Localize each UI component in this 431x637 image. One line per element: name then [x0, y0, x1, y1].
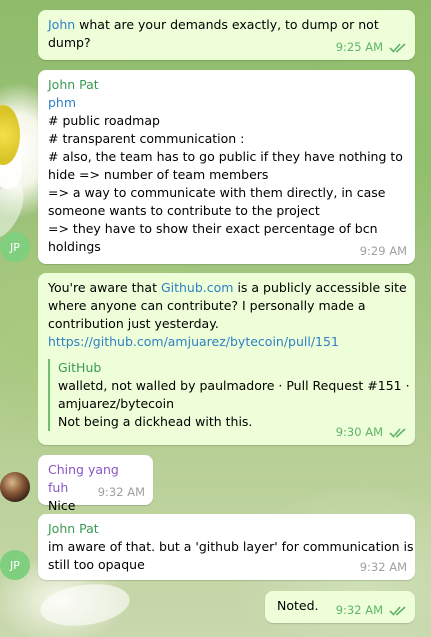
message-time: 9:30 AM — [335, 425, 383, 439]
message-bubble-outgoing[interactable]: John what are your demands exactly, to d… — [38, 10, 415, 60]
message-meta: 9:32 AM — [336, 601, 407, 619]
reply-to-name[interactable]: phm — [48, 94, 405, 112]
avatar[interactable]: JP — [0, 232, 30, 262]
message-line: # public roadmap — [48, 113, 160, 128]
message-bubble-incoming[interactable]: John Pat phm # public roadmap # transpar… — [38, 70, 415, 264]
mention-link[interactable]: John — [48, 17, 75, 32]
message-line: => they have to show their exact percent… — [48, 221, 378, 236]
message-meta: 9:32 AM — [98, 483, 145, 501]
inline-link[interactable]: Github.com — [161, 280, 234, 295]
sender-name[interactable]: John Pat — [48, 76, 405, 94]
message-line: # transparent communication : — [48, 131, 245, 146]
message-meta: 9:25 AM — [336, 38, 407, 56]
message-time: 9:29 AM — [359, 244, 407, 258]
message-line: im aware of that. but a 'github layer' f… — [48, 539, 414, 554]
read-double-check-icon — [389, 605, 407, 616]
message-meta: 9:30 AM — [336, 423, 407, 441]
link-preview[interactable]: GitHub walletd, not walled by paulmadore… — [48, 359, 410, 431]
preview-title: amjuarez/bytecoin — [58, 396, 175, 411]
message-line: # also, the team has to go public if the… — [48, 149, 403, 164]
message-time: 9:32 AM — [359, 560, 407, 574]
message-time: 9:25 AM — [335, 40, 383, 54]
message-bubble-outgoing[interactable]: You're aware that Github.com is a public… — [38, 273, 415, 445]
message-line: hide => number of team members — [48, 167, 269, 182]
message-bubble-incoming[interactable]: John Pat im aware of that. but a 'github… — [38, 514, 415, 580]
message-line: still too opaque — [48, 557, 145, 572]
message-text: John what are your demands exactly, to d… — [48, 17, 379, 32]
message-time: 9:32 AM — [335, 603, 383, 617]
message-bubble-incoming[interactable]: Ching yang fuh Nice 9:32 AM — [38, 455, 153, 513]
message-text: You're aware that Github.com is a public… — [48, 280, 407, 295]
sender-name[interactable]: John Pat — [48, 520, 405, 538]
preview-site-name: GitHub — [58, 360, 102, 375]
read-double-check-icon — [389, 42, 407, 53]
avatar-initials: JP — [10, 558, 20, 572]
message-line: contribution just yesterday. — [48, 316, 219, 331]
avatar-initials: JP — [10, 240, 20, 254]
message-meta: 9:32 AM — [360, 558, 407, 576]
message-time: 9:32 AM — [97, 485, 145, 499]
message-bubble-outgoing[interactable]: Noted. 9:32 AM — [265, 591, 415, 623]
message-meta: 9:29 AM — [360, 242, 407, 260]
avatar[interactable]: JP — [0, 550, 30, 580]
message-line: where anyone can contribute? I personall… — [48, 298, 366, 313]
url-link[interactable]: https://github.com/amjuarez/bytecoin/pul… — [48, 333, 405, 351]
background-petal — [37, 578, 133, 632]
read-double-check-icon — [389, 427, 407, 438]
message-line: holdings — [48, 239, 101, 254]
preview-title: walletd, not walled by paulmadore · Pull… — [58, 378, 410, 393]
avatar[interactable] — [0, 472, 30, 502]
message-line: someone wants to contribute to the proje… — [48, 203, 320, 218]
message-line: => a way to communicate with them direct… — [48, 185, 386, 200]
